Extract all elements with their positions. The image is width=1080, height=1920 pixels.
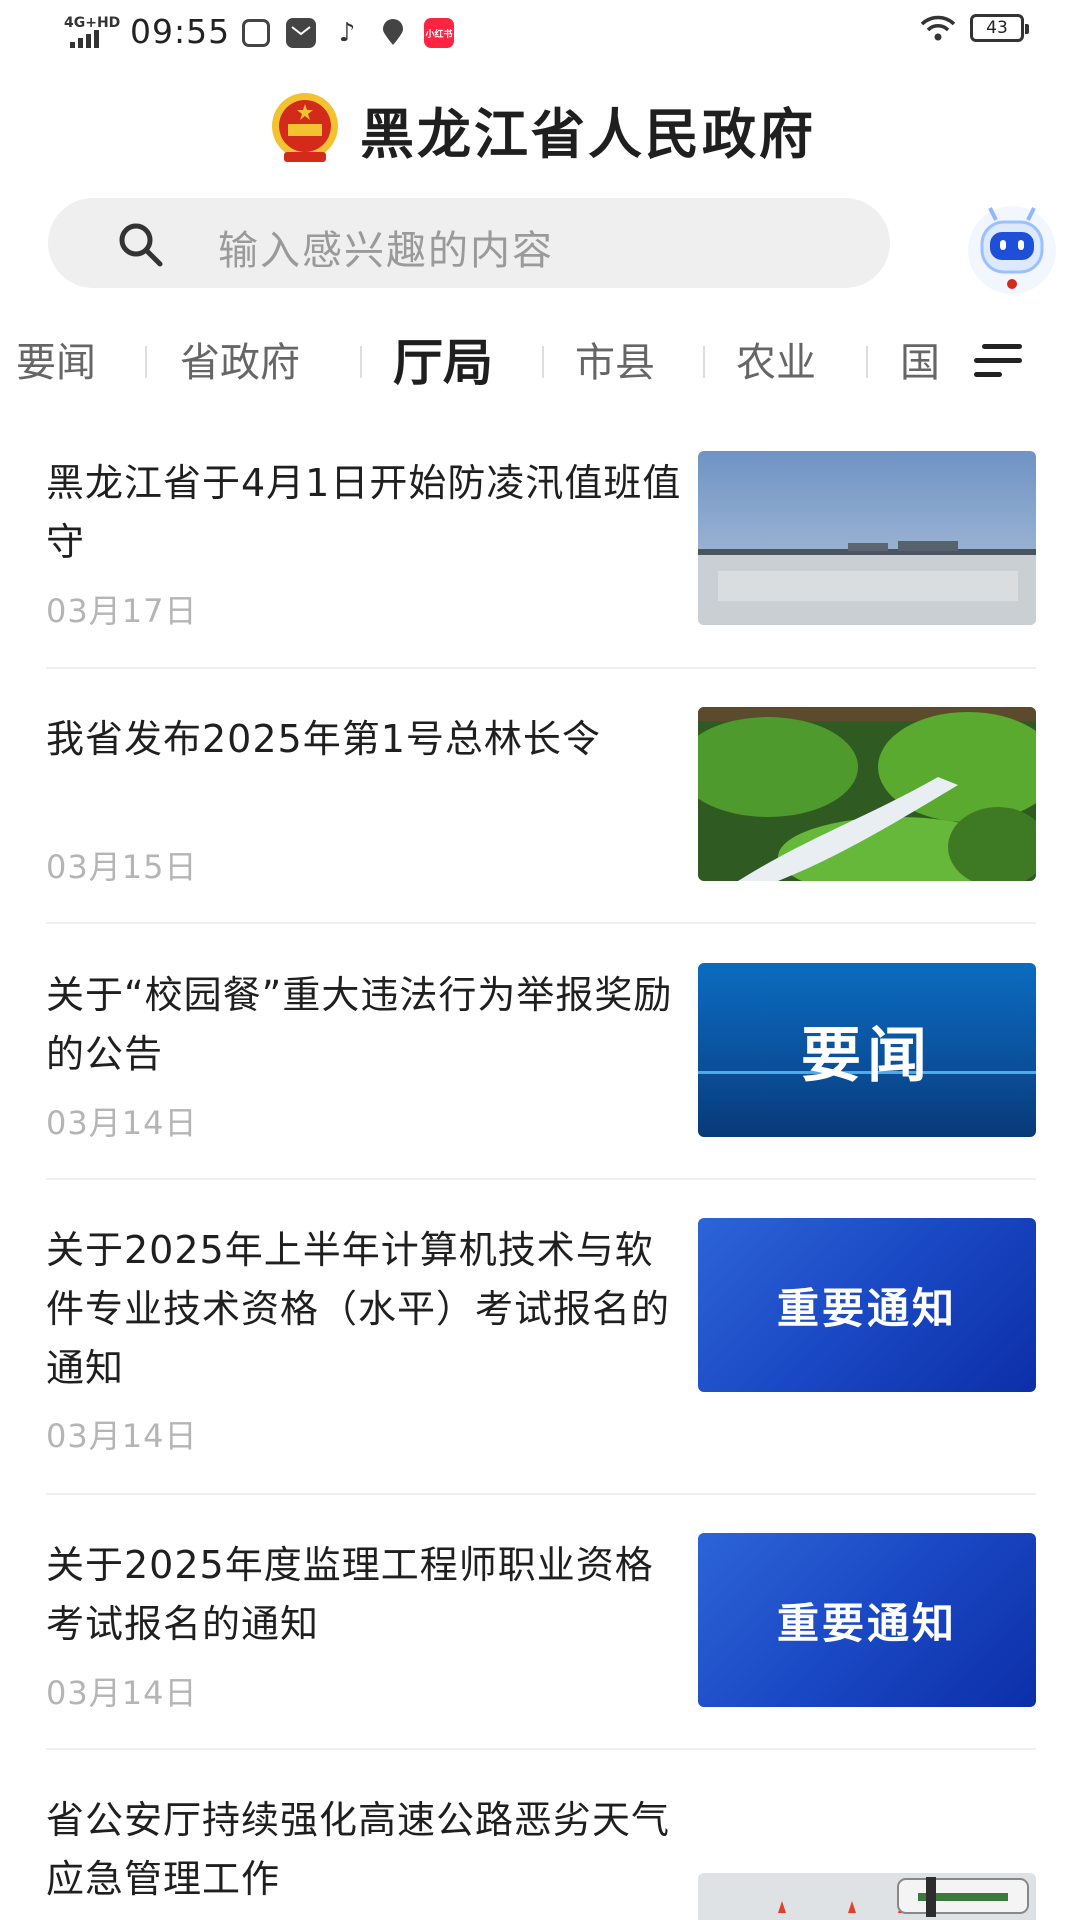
news-thumbnail: 重要通知 (698, 1533, 1036, 1707)
tab-divider (360, 346, 362, 378)
news-date: 03月15日 (46, 848, 198, 886)
tab-divider (703, 346, 705, 378)
battery-indicator: 43 (970, 14, 1029, 42)
tiktok-icon: ♪ (338, 18, 356, 48)
news-title: 关于“校园餐”重大违法行为举报奖励的公告 (46, 973, 673, 1076)
app-header: 黑龙江省人民政府 (0, 84, 1080, 174)
news-item[interactable]: 关于2025年上半年计算机技术与软件专业技术资格（水平）考试报名的通知 03月1… (0, 1215, 1080, 1491)
search-input[interactable]: 输入感兴趣的内容 (48, 198, 890, 288)
news-date: 03月14日 (46, 1417, 198, 1455)
news-item[interactable]: 黑龙江省于4月1日开始防凌汛值班值守 03月17日 (0, 448, 1080, 668)
news-date: 03月14日 (46, 1674, 198, 1712)
news-item[interactable]: 我省发布2025年第1号总林长令 03月15日 (0, 704, 1080, 924)
news-thumbnail (698, 707, 1036, 881)
divider (46, 922, 1036, 924)
search-icon (119, 223, 163, 267)
mail-icon (286, 18, 316, 48)
news-item[interactable]: 关于“校园餐”重大违法行为举报奖励的公告 03月14日 要闻 (0, 960, 1080, 1180)
tab-divider (145, 346, 147, 378)
category-tabs: 要闻 省政府 厅局 市县 农业 国 (0, 326, 1080, 400)
clock: 09:55 (130, 12, 231, 51)
tab-yaowen[interactable]: 要闻 (16, 326, 96, 400)
thumbnail-label: 要闻 (801, 1020, 933, 1091)
network-type: 4G+HD (64, 15, 121, 31)
thumbnail-label: 重要通知 (776, 1598, 957, 1648)
assistant-robot-icon[interactable] (958, 198, 1066, 298)
divider (46, 1748, 1036, 1750)
news-item[interactable]: 关于2025年度监理工程师职业资格考试报名的通知 03月14日 重要通知 (0, 1530, 1080, 1750)
xiaohongshu-icon: 小红书 (424, 18, 454, 48)
news-thumbnail (698, 1873, 1036, 1920)
tab-guo[interactable]: 国 (900, 326, 940, 400)
news-date: 03月17日 (46, 592, 198, 630)
weibo-like-icon (242, 19, 270, 47)
signal-icon (70, 30, 99, 48)
location-chat-icon (378, 18, 408, 48)
news-title: 我省发布2025年第1号总林长令 (46, 717, 601, 761)
news-title: 关于2025年度监理工程师职业资格考试报名的通知 (46, 1543, 654, 1646)
divider (46, 1178, 1036, 1180)
search-placeholder: 输入感兴趣的内容 (218, 228, 554, 274)
divider (46, 667, 1036, 669)
news-thumbnail (698, 451, 1036, 625)
news-item[interactable]: 省公安厅持续强化高速公路恶劣天气应急管理工作 (0, 1785, 1080, 1920)
tab-shixian[interactable]: 市县 (575, 326, 655, 400)
tab-divider (542, 346, 544, 378)
tab-shengzhengfu[interactable]: 省政府 (180, 326, 300, 400)
wifi-icon (920, 15, 956, 41)
divider (46, 1493, 1036, 1495)
news-thumbnail: 要闻 (698, 963, 1036, 1137)
national-emblem-icon (272, 93, 338, 162)
news-date: 03月14日 (46, 1104, 198, 1142)
tab-nongye[interactable]: 农业 (736, 326, 816, 400)
news-title: 黑龙江省于4月1日开始防凌汛值班值守 (46, 461, 682, 564)
news-title: 省公安厅持续强化高速公路恶劣天气应急管理工作 (46, 1798, 671, 1901)
menu-icon[interactable] (972, 340, 1026, 384)
tab-tingju[interactable]: 厅局 (393, 326, 493, 400)
page-title: 黑龙江省人民政府 (360, 101, 816, 166)
news-title: 关于2025年上半年计算机技术与软件专业技术资格（水平）考试报名的通知 (46, 1228, 671, 1390)
status-bar: 4G+HD 09:55 ♪ 小红书 43 (0, 0, 1080, 70)
thumbnail-label: 重要通知 (776, 1283, 957, 1333)
tab-divider (866, 346, 868, 378)
news-thumbnail: 重要通知 (698, 1218, 1036, 1392)
